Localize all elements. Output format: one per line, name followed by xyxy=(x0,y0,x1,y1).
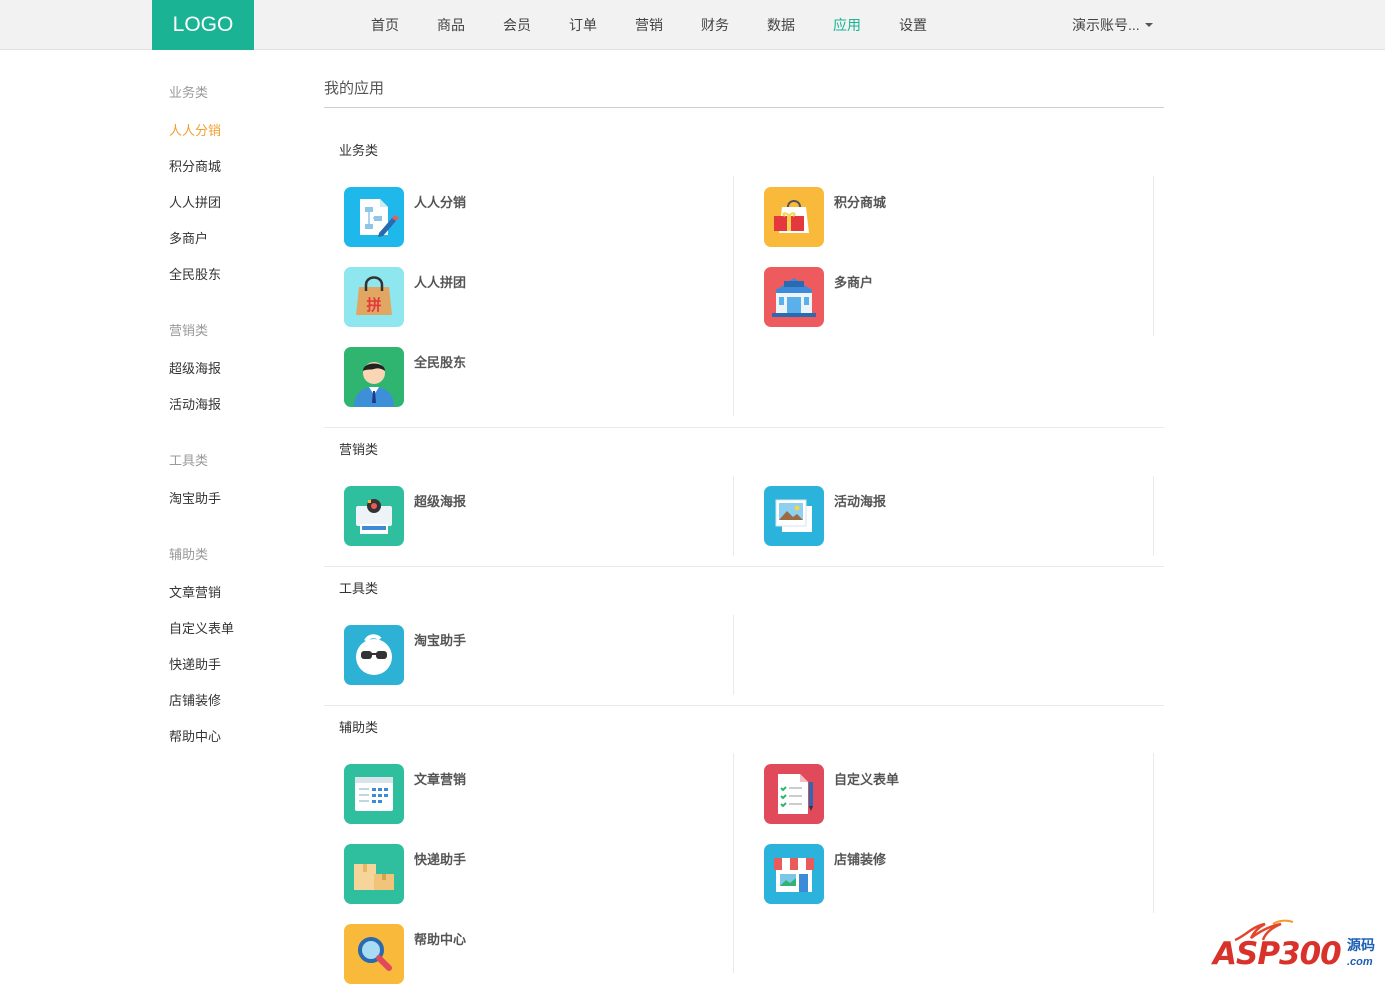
app-name: 淘宝助手 xyxy=(414,633,467,648)
column-divider xyxy=(1153,476,1154,556)
column-divider xyxy=(733,753,734,973)
sidebar-item-shareholders[interactable]: 全民股东 xyxy=(169,264,221,283)
app-card-multi-merchant[interactable]: 多商户 xyxy=(764,267,1064,329)
app-name: 文章营销 xyxy=(414,772,467,787)
logo[interactable]: LOGO xyxy=(152,0,254,50)
gift-bag-icon xyxy=(764,187,824,247)
nav-item-goods[interactable]: 商品 xyxy=(418,0,484,50)
watermark-text: ASP300 xyxy=(1213,936,1342,972)
nav-item-marketing[interactable]: 营销 xyxy=(616,0,682,50)
nav-item-data[interactable]: 数据 xyxy=(748,0,814,50)
sidebar-group-title: 辅助类 xyxy=(169,547,209,562)
app-name: 店铺装修 xyxy=(834,852,887,867)
account-name: 演示账号... xyxy=(1072,17,1140,33)
sidebar-group-title: 营销类 xyxy=(169,323,209,338)
app-card-event-poster[interactable]: 活动海报 xyxy=(764,486,1064,548)
watermark-suffix: .com xyxy=(1347,956,1373,968)
app-card-custom-form[interactable]: 自定义表单 xyxy=(764,764,1064,826)
sidebar-item-distribution[interactable]: 人人分销 xyxy=(169,120,221,139)
app-card-points-mall[interactable]: 积分商城 xyxy=(764,187,1064,249)
page-title: 我的应用 xyxy=(324,80,385,97)
nav-item-finance[interactable]: 财务 xyxy=(682,0,748,50)
app-name: 超级海报 xyxy=(414,494,467,509)
column-divider xyxy=(733,476,734,556)
app-card-express-helper[interactable]: 快递助手 xyxy=(344,844,644,906)
app-name: 全民股东 xyxy=(414,355,467,370)
sidebar-item-taobao-helper[interactable]: 淘宝助手 xyxy=(169,488,221,507)
app-name: 自定义表单 xyxy=(834,772,900,787)
app-card-group-buy[interactable]: 拼 人人拼团 xyxy=(344,267,644,329)
sidebar-item-points-mall[interactable]: 积分商城 xyxy=(169,156,221,175)
flowchart-pen-icon xyxy=(344,187,404,247)
app-name: 活动海报 xyxy=(834,494,887,509)
app-card-article-marketing[interactable]: 文章营销 xyxy=(344,764,644,826)
nav-item-home[interactable]: 首页 xyxy=(352,0,418,50)
nav-item-apps[interactable]: 应用 xyxy=(814,0,880,50)
caret-down-icon xyxy=(1144,22,1153,27)
nav-item-settings[interactable]: 设置 xyxy=(880,0,946,50)
printer-poster-icon xyxy=(344,486,404,546)
sidebar-item-custom-form[interactable]: 自定义表单 xyxy=(169,618,234,637)
app-card-taobao-helper[interactable]: 淘宝助手 xyxy=(344,625,644,687)
section-title: 营销类 xyxy=(339,442,379,457)
main-nav: 首页 商品 会员 订单 营销 财务 数据 应用 设置 xyxy=(352,0,946,50)
sidebar-item-multi-merchant[interactable]: 多商户 xyxy=(169,228,208,247)
section-divider xyxy=(324,427,1164,428)
sidebar-item-super-poster[interactable]: 超级海报 xyxy=(169,358,221,377)
section-title: 工具类 xyxy=(339,581,379,596)
app-card-shareholders[interactable]: 全民股东 xyxy=(344,347,644,409)
sidebar-group-title: 工具类 xyxy=(169,453,209,468)
sidebar-item-shop-decoration[interactable]: 店铺装修 xyxy=(169,690,221,709)
sidebar-item-express-helper[interactable]: 快递助手 xyxy=(169,654,221,673)
section-divider xyxy=(324,705,1164,706)
app-name: 人人分销 xyxy=(414,195,467,210)
shopping-bag-icon: 拼 xyxy=(344,267,404,327)
sidebar-item-article-marketing[interactable]: 文章营销 xyxy=(169,582,221,601)
storefront-icon xyxy=(764,267,824,327)
photo-frame-icon xyxy=(764,486,824,546)
app-name: 人人拼团 xyxy=(414,275,467,290)
nav-item-members[interactable]: 会员 xyxy=(484,0,550,50)
businessman-icon xyxy=(344,347,404,407)
checklist-form-icon xyxy=(764,764,824,824)
title-divider xyxy=(324,107,1164,108)
glasses-face-icon xyxy=(344,625,404,685)
section-title: 业务类 xyxy=(339,143,379,158)
account-dropdown[interactable]: 演示账号... xyxy=(1072,0,1153,50)
column-divider xyxy=(733,615,734,695)
parcel-boxes-icon xyxy=(344,844,404,904)
svg-text:拼: 拼 xyxy=(366,296,381,314)
section-divider xyxy=(324,566,1164,567)
sidebar-item-help-center[interactable]: 帮助中心 xyxy=(169,726,221,745)
app-card-distribution[interactable]: 人人分销 xyxy=(344,187,644,249)
sidebar-item-group-buy[interactable]: 人人拼团 xyxy=(169,192,221,211)
column-divider xyxy=(1153,753,1154,913)
app-name: 积分商城 xyxy=(834,195,887,210)
watermark-logo: ASP300 源码 .com xyxy=(1213,918,1383,973)
calendar-grid-icon xyxy=(344,764,404,824)
app-card-help-center[interactable]: 帮助中心 xyxy=(344,924,644,986)
app-name: 帮助中心 xyxy=(414,932,467,947)
sidebar-group-title: 业务类 xyxy=(169,85,209,100)
magnifier-icon xyxy=(344,924,404,984)
column-divider xyxy=(733,176,734,416)
column-divider xyxy=(1153,176,1154,336)
app-name: 多商户 xyxy=(834,275,874,290)
watermark-side: 源码 xyxy=(1347,937,1375,953)
nav-item-orders[interactable]: 订单 xyxy=(550,0,616,50)
app-name: 快递助手 xyxy=(414,852,467,867)
section-title: 辅助类 xyxy=(339,720,379,735)
top-navbar: LOGO 首页 商品 会员 订单 营销 财务 数据 应用 设置 演示账号... xyxy=(0,0,1385,50)
sidebar-item-event-poster[interactable]: 活动海报 xyxy=(169,394,221,413)
app-card-shop-decoration[interactable]: 店铺装修 xyxy=(764,844,1064,906)
shop-awning-icon xyxy=(764,844,824,904)
app-card-super-poster[interactable]: 超级海报 xyxy=(344,486,644,548)
